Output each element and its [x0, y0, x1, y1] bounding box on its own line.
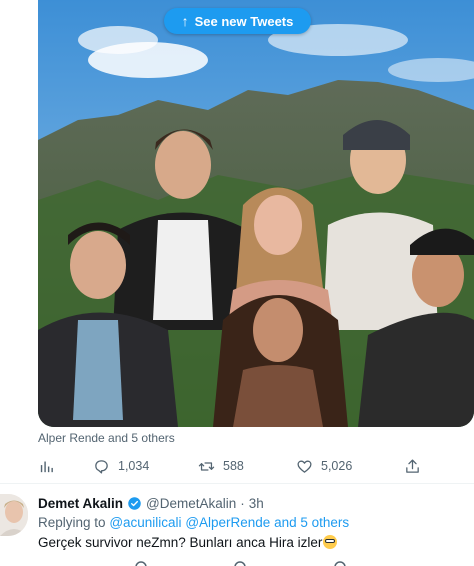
avatar[interactable] [0, 494, 28, 536]
tagged-people-link[interactable]: Alper Rende and 5 others [38, 431, 175, 445]
arrow-up-icon: ↑ [181, 13, 189, 29]
mention-link[interactable]: @acunilicali [109, 515, 181, 530]
see-new-tweets-label: See new Tweets [194, 13, 294, 29]
retweet-button[interactable]: 588 [198, 458, 244, 475]
author-name[interactable]: Demet Akalin [38, 496, 123, 511]
share-button[interactable] [404, 458, 421, 475]
next-action-bar-partial [135, 561, 346, 566]
group-photo-illustration [38, 0, 474, 427]
like-button[interactable]: 5,026 [296, 458, 352, 475]
separator-dot: · [240, 496, 245, 511]
reply-count: 1,034 [118, 459, 150, 473]
analytics-icon [40, 461, 53, 472]
share-icon [406, 458, 419, 473]
reply-tweet-header: Demet Akalin @DemetAkalin · 3h [38, 496, 264, 511]
mention-link[interactable]: @AlperRende [185, 515, 270, 530]
analytics-button[interactable] [38, 458, 55, 475]
replying-to-line: Replying to @acunilicali @AlperRende and… [38, 515, 349, 530]
see-new-tweets-button[interactable]: ↑ See new Tweets [164, 8, 311, 34]
retweet-icon [198, 461, 215, 471]
heart-icon [297, 460, 312, 473]
reply-text-body: Gerçek survivor neZmn? Bunları anca Hira… [38, 535, 323, 550]
reply-icon [95, 459, 108, 474]
avatar-image [0, 494, 28, 536]
nerd-face-emoji-icon [323, 535, 338, 549]
verified-badge-icon [128, 497, 141, 510]
reply-tweet-text: Gerçek survivor neZmn? Bunları anca Hira… [38, 535, 338, 550]
tweet-timestamp[interactable]: 3h [249, 496, 264, 511]
author-handle[interactable]: @DemetAkalin [146, 496, 236, 511]
retweet-count: 588 [223, 459, 244, 473]
and-others-link[interactable]: and 5 others [274, 515, 349, 530]
tweet-media-image[interactable] [38, 0, 474, 427]
replying-prefix: Replying to [38, 515, 106, 530]
like-count: 5,026 [321, 459, 353, 473]
tweet-action-bar: 1,034 588 5,026 [38, 456, 438, 476]
tweet-divider [0, 483, 474, 484]
reply-button[interactable]: 1,034 [93, 458, 149, 475]
